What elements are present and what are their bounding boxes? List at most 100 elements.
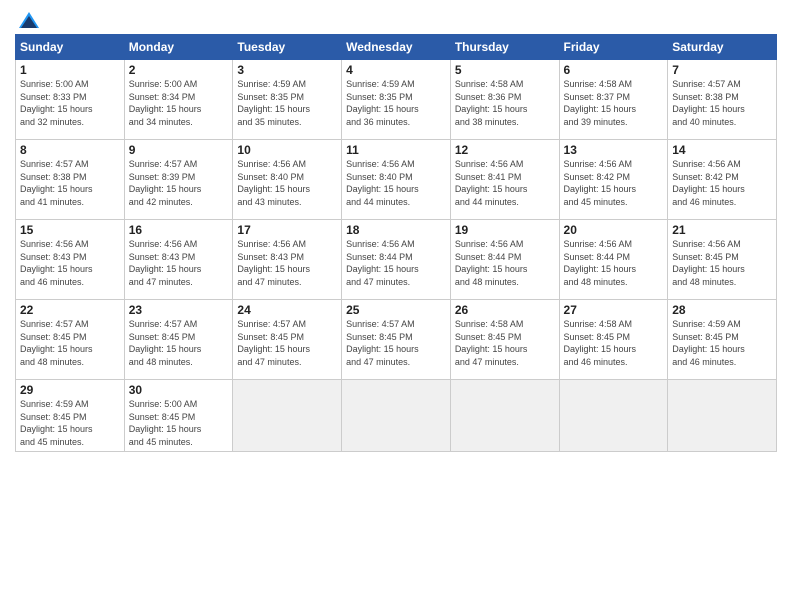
day-info: Sunrise: 4:57 AM Sunset: 8:45 PM Dayligh…: [237, 318, 337, 368]
logo: [15, 10, 43, 28]
calendar-cell: 2Sunrise: 5:00 AM Sunset: 8:34 PM Daylig…: [124, 60, 233, 140]
day-info: Sunrise: 5:00 AM Sunset: 8:33 PM Dayligh…: [20, 78, 120, 128]
day-info: Sunrise: 4:56 AM Sunset: 8:42 PM Dayligh…: [564, 158, 664, 208]
day-number: 7: [672, 63, 772, 77]
calendar-cell: 27Sunrise: 4:58 AM Sunset: 8:45 PM Dayli…: [559, 300, 668, 380]
day-number: 16: [129, 223, 229, 237]
calendar-cell: 4Sunrise: 4:59 AM Sunset: 8:35 PM Daylig…: [342, 60, 451, 140]
calendar-cell: 30Sunrise: 5:00 AM Sunset: 8:45 PM Dayli…: [124, 380, 233, 452]
day-number: 2: [129, 63, 229, 77]
calendar-row-1: 1Sunrise: 5:00 AM Sunset: 8:33 PM Daylig…: [16, 60, 777, 140]
day-info: Sunrise: 4:57 AM Sunset: 8:38 PM Dayligh…: [672, 78, 772, 128]
day-info: Sunrise: 4:57 AM Sunset: 8:38 PM Dayligh…: [20, 158, 120, 208]
day-number: 20: [564, 223, 664, 237]
day-number: 17: [237, 223, 337, 237]
day-info: Sunrise: 4:58 AM Sunset: 8:36 PM Dayligh…: [455, 78, 555, 128]
calendar-cell: 6Sunrise: 4:58 AM Sunset: 8:37 PM Daylig…: [559, 60, 668, 140]
calendar-cell: 12Sunrise: 4:56 AM Sunset: 8:41 PM Dayli…: [450, 140, 559, 220]
day-number: 29: [20, 383, 120, 397]
day-number: 22: [20, 303, 120, 317]
calendar-cell: 10Sunrise: 4:56 AM Sunset: 8:40 PM Dayli…: [233, 140, 342, 220]
calendar-row-3: 15Sunrise: 4:56 AM Sunset: 8:43 PM Dayli…: [16, 220, 777, 300]
day-info: Sunrise: 4:57 AM Sunset: 8:39 PM Dayligh…: [129, 158, 229, 208]
day-number: 5: [455, 63, 555, 77]
col-header-tuesday: Tuesday: [233, 35, 342, 60]
col-header-thursday: Thursday: [450, 35, 559, 60]
day-number: 24: [237, 303, 337, 317]
day-info: Sunrise: 4:58 AM Sunset: 8:37 PM Dayligh…: [564, 78, 664, 128]
day-info: Sunrise: 4:56 AM Sunset: 8:42 PM Dayligh…: [672, 158, 772, 208]
calendar-cell: [450, 380, 559, 452]
calendar-cell: 15Sunrise: 4:56 AM Sunset: 8:43 PM Dayli…: [16, 220, 125, 300]
calendar-cell: 19Sunrise: 4:56 AM Sunset: 8:44 PM Dayli…: [450, 220, 559, 300]
day-number: 25: [346, 303, 446, 317]
calendar-cell: 18Sunrise: 4:56 AM Sunset: 8:44 PM Dayli…: [342, 220, 451, 300]
day-number: 11: [346, 143, 446, 157]
calendar-row-2: 8Sunrise: 4:57 AM Sunset: 8:38 PM Daylig…: [16, 140, 777, 220]
calendar-cell: [668, 380, 777, 452]
calendar-table: SundayMondayTuesdayWednesdayThursdayFrid…: [15, 34, 777, 452]
calendar-cell: 29Sunrise: 4:59 AM Sunset: 8:45 PM Dayli…: [16, 380, 125, 452]
calendar-cell: 26Sunrise: 4:58 AM Sunset: 8:45 PM Dayli…: [450, 300, 559, 380]
day-number: 13: [564, 143, 664, 157]
day-info: Sunrise: 4:56 AM Sunset: 8:44 PM Dayligh…: [346, 238, 446, 288]
day-info: Sunrise: 4:56 AM Sunset: 8:44 PM Dayligh…: [455, 238, 555, 288]
day-info: Sunrise: 4:59 AM Sunset: 8:45 PM Dayligh…: [672, 318, 772, 368]
day-number: 21: [672, 223, 772, 237]
day-info: Sunrise: 4:59 AM Sunset: 8:35 PM Dayligh…: [237, 78, 337, 128]
day-info: Sunrise: 4:59 AM Sunset: 8:45 PM Dayligh…: [20, 398, 120, 448]
calendar-cell: 7Sunrise: 4:57 AM Sunset: 8:38 PM Daylig…: [668, 60, 777, 140]
calendar-cell: 3Sunrise: 4:59 AM Sunset: 8:35 PM Daylig…: [233, 60, 342, 140]
day-info: Sunrise: 4:56 AM Sunset: 8:43 PM Dayligh…: [237, 238, 337, 288]
day-number: 1: [20, 63, 120, 77]
day-info: Sunrise: 4:56 AM Sunset: 8:40 PM Dayligh…: [346, 158, 446, 208]
calendar-cell: 8Sunrise: 4:57 AM Sunset: 8:38 PM Daylig…: [16, 140, 125, 220]
day-number: 9: [129, 143, 229, 157]
calendar-cell: 20Sunrise: 4:56 AM Sunset: 8:44 PM Dayli…: [559, 220, 668, 300]
day-info: Sunrise: 4:56 AM Sunset: 8:45 PM Dayligh…: [672, 238, 772, 288]
calendar-cell: 9Sunrise: 4:57 AM Sunset: 8:39 PM Daylig…: [124, 140, 233, 220]
day-number: 30: [129, 383, 229, 397]
day-info: Sunrise: 4:56 AM Sunset: 8:44 PM Dayligh…: [564, 238, 664, 288]
day-info: Sunrise: 4:58 AM Sunset: 8:45 PM Dayligh…: [564, 318, 664, 368]
calendar-cell: 11Sunrise: 4:56 AM Sunset: 8:40 PM Dayli…: [342, 140, 451, 220]
col-header-sunday: Sunday: [16, 35, 125, 60]
col-header-friday: Friday: [559, 35, 668, 60]
day-info: Sunrise: 4:57 AM Sunset: 8:45 PM Dayligh…: [129, 318, 229, 368]
day-number: 8: [20, 143, 120, 157]
col-header-monday: Monday: [124, 35, 233, 60]
day-number: 23: [129, 303, 229, 317]
calendar-cell: 21Sunrise: 4:56 AM Sunset: 8:45 PM Dayli…: [668, 220, 777, 300]
day-number: 27: [564, 303, 664, 317]
day-info: Sunrise: 4:56 AM Sunset: 8:43 PM Dayligh…: [20, 238, 120, 288]
calendar-cell: [342, 380, 451, 452]
day-info: Sunrise: 5:00 AM Sunset: 8:45 PM Dayligh…: [129, 398, 229, 448]
day-number: 4: [346, 63, 446, 77]
col-header-saturday: Saturday: [668, 35, 777, 60]
day-number: 28: [672, 303, 772, 317]
calendar-cell: 25Sunrise: 4:57 AM Sunset: 8:45 PM Dayli…: [342, 300, 451, 380]
day-number: 15: [20, 223, 120, 237]
day-number: 14: [672, 143, 772, 157]
calendar-cell: 24Sunrise: 4:57 AM Sunset: 8:45 PM Dayli…: [233, 300, 342, 380]
calendar-cell: 28Sunrise: 4:59 AM Sunset: 8:45 PM Dayli…: [668, 300, 777, 380]
calendar-cell: 16Sunrise: 4:56 AM Sunset: 8:43 PM Dayli…: [124, 220, 233, 300]
day-number: 6: [564, 63, 664, 77]
calendar-cell: 17Sunrise: 4:56 AM Sunset: 8:43 PM Dayli…: [233, 220, 342, 300]
calendar-cell: [559, 380, 668, 452]
calendar-cell: 23Sunrise: 4:57 AM Sunset: 8:45 PM Dayli…: [124, 300, 233, 380]
page: SundayMondayTuesdayWednesdayThursdayFrid…: [0, 0, 792, 612]
day-info: Sunrise: 4:56 AM Sunset: 8:40 PM Dayligh…: [237, 158, 337, 208]
day-info: Sunrise: 4:57 AM Sunset: 8:45 PM Dayligh…: [20, 318, 120, 368]
calendar-cell: [233, 380, 342, 452]
header: [15, 10, 777, 28]
calendar-cell: 13Sunrise: 4:56 AM Sunset: 8:42 PM Dayli…: [559, 140, 668, 220]
day-info: Sunrise: 4:57 AM Sunset: 8:45 PM Dayligh…: [346, 318, 446, 368]
day-number: 18: [346, 223, 446, 237]
day-info: Sunrise: 4:56 AM Sunset: 8:43 PM Dayligh…: [129, 238, 229, 288]
calendar-cell: 14Sunrise: 4:56 AM Sunset: 8:42 PM Dayli…: [668, 140, 777, 220]
day-number: 12: [455, 143, 555, 157]
calendar-cell: 5Sunrise: 4:58 AM Sunset: 8:36 PM Daylig…: [450, 60, 559, 140]
day-number: 10: [237, 143, 337, 157]
day-number: 19: [455, 223, 555, 237]
